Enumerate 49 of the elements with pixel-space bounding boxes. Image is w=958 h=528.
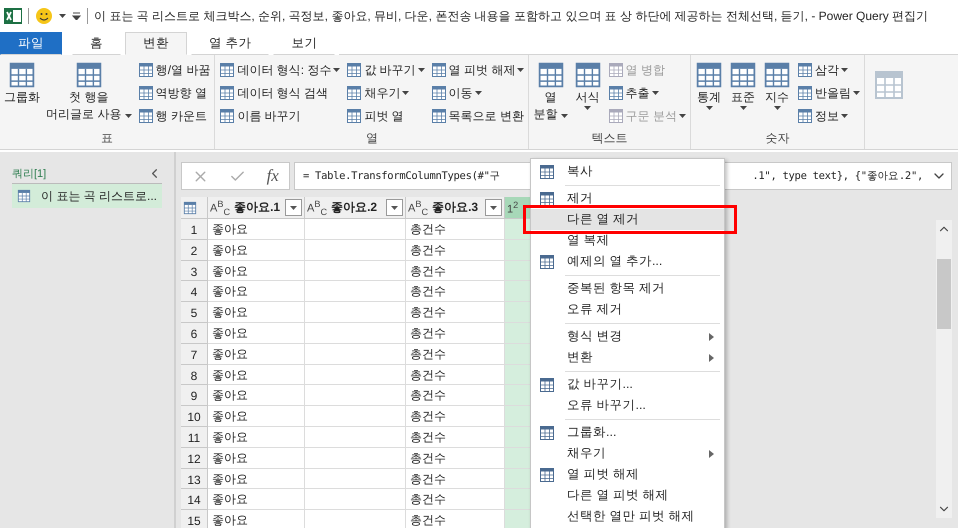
table-cell: 총건수: [406, 344, 505, 365]
table-cell: 좋아요: [208, 406, 305, 427]
window-title: 이 표는 곡 리스트로 체크박스, 순위, 곡정보, 좋아요, 뮤비, 다운, 폰전송 내용을 포함하고 있으며 표 상 하단에 제공하는 전체선택, 듣기, - Power Query 편집기: [94, 8, 928, 24]
row-number: 15: [181, 510, 208, 528]
table-cell: 총건수: [406, 219, 505, 240]
table-cell: 총건수: [406, 302, 505, 323]
table-cell: 총건수: [406, 260, 505, 282]
row-number: 13: [181, 468, 208, 490]
row-number: 7: [181, 344, 208, 365]
table-cell: 총건수: [406, 364, 505, 386]
row-number: 3: [181, 260, 208, 282]
row-number: 9: [181, 385, 208, 406]
table-cell: 좋아요: [208, 302, 305, 323]
table-cell: 좋아요: [208, 468, 305, 490]
table-cell: 좋아요: [208, 385, 305, 406]
group-label: 열: [366, 130, 378, 147]
table-cell: 총건수: [406, 240, 505, 261]
row-number: 12: [181, 448, 208, 469]
table-cell: 총건수: [406, 322, 505, 344]
row-number: 4: [181, 281, 208, 302]
table-cell: 좋아요: [208, 240, 305, 261]
table-cell: 좋아요: [208, 426, 305, 448]
group-label: 숫자: [766, 130, 790, 147]
queries-header: 쿼리[1]: [12, 167, 46, 181]
table-cell: 좋아요: [208, 489, 305, 510]
table-cell: 좋아요: [208, 448, 305, 469]
row-number: 14: [181, 489, 208, 510]
table-cell: 총건수: [406, 489, 505, 510]
row-number: 10: [181, 406, 208, 427]
group-label: 표: [101, 130, 114, 147]
table-cell: 총건수: [406, 426, 505, 448]
table-cell: 총건수: [406, 385, 505, 406]
table-cell: 좋아요: [208, 219, 305, 240]
table-cell: 총건수: [406, 468, 505, 490]
row-number: 5: [181, 302, 208, 323]
row-number: 1: [181, 219, 208, 240]
row-number: 6: [181, 322, 208, 344]
row-number: 11: [181, 426, 208, 448]
table-cell: 좋아요: [208, 344, 305, 365]
table-cell: 총건수: [406, 281, 505, 302]
table-cell: 좋아요: [208, 260, 305, 282]
table-cell: 총건수: [406, 448, 505, 469]
table-cell: 좋아요: [208, 322, 305, 344]
table-cell: 총건수: [406, 406, 505, 427]
table-cell: 좋아요: [208, 281, 305, 302]
row-number: 8: [181, 364, 208, 386]
table-cell: 좋아요: [208, 364, 305, 386]
group-label: 텍스트: [592, 130, 628, 147]
row-number: 2: [181, 240, 208, 261]
